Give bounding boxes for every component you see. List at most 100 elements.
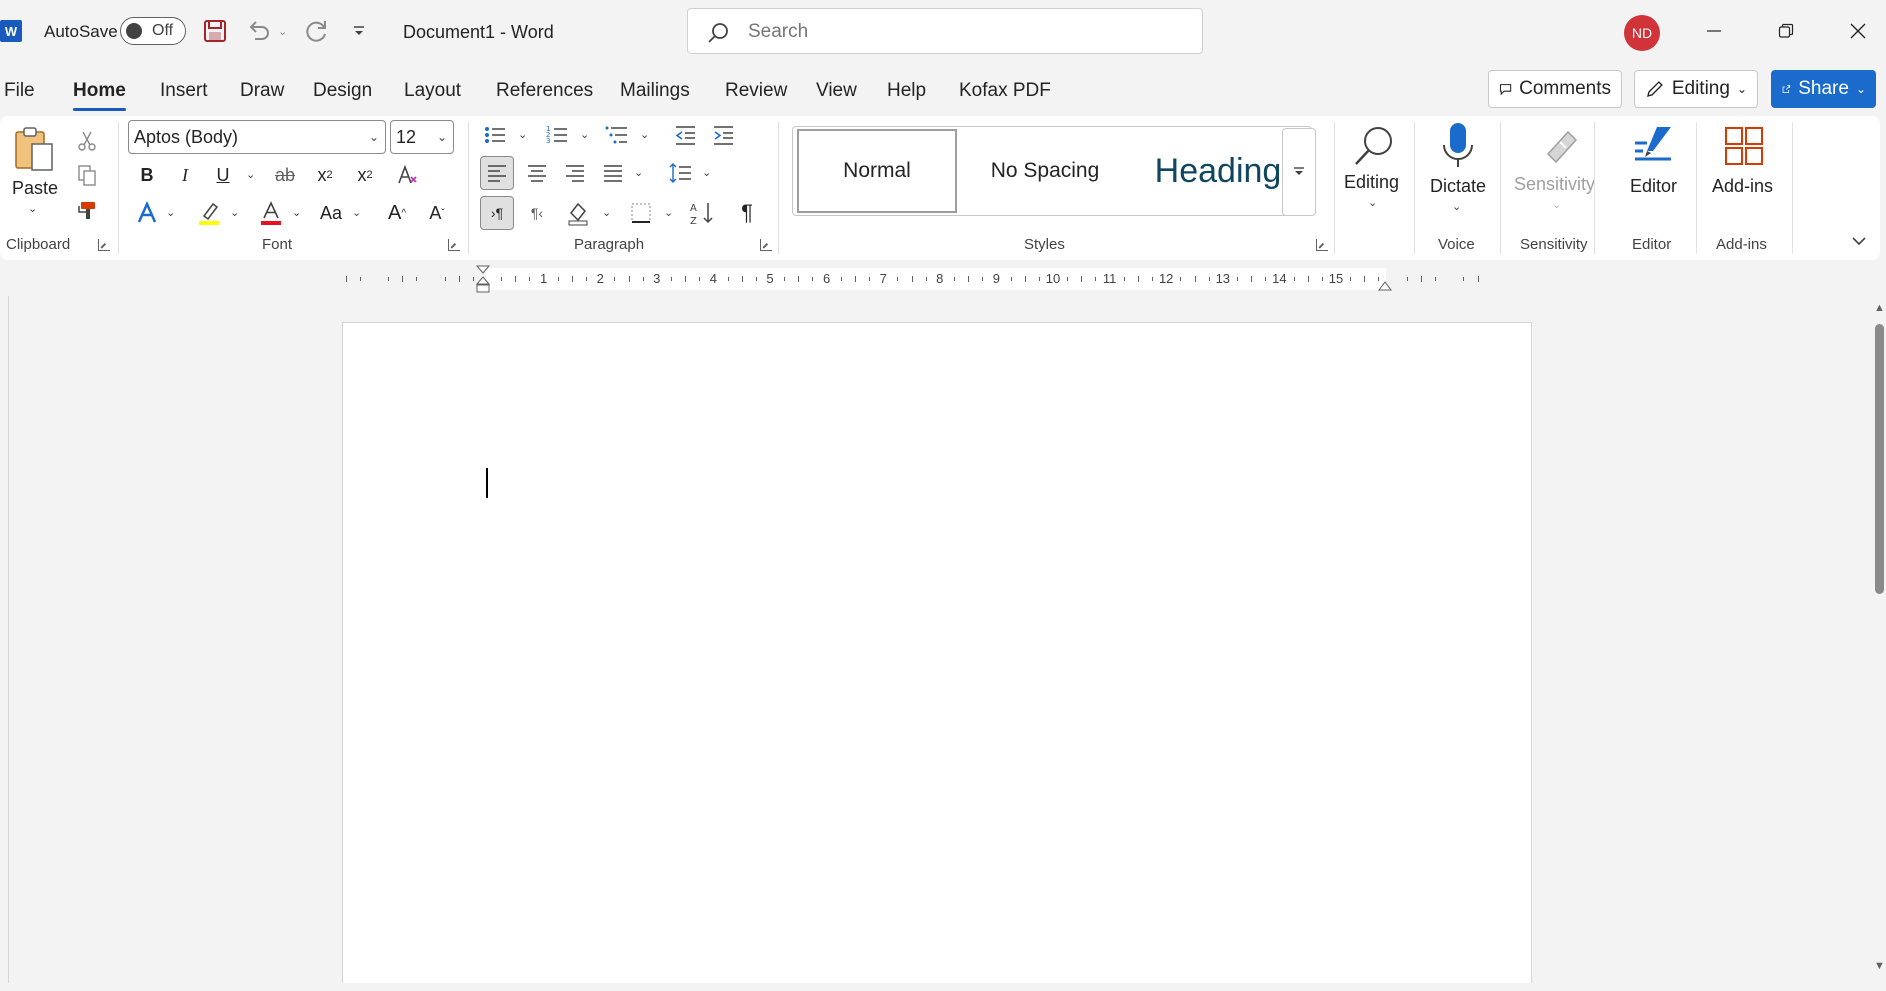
tab-references[interactable]: References bbox=[496, 80, 593, 102]
paste-label[interactable]: Paste bbox=[12, 178, 58, 199]
italic-icon[interactable]: I bbox=[170, 160, 200, 190]
add-ins-button-label[interactable]: Add-ins bbox=[1712, 176, 1773, 197]
tab-file[interactable]: File bbox=[4, 80, 35, 102]
ltr-direction-icon[interactable]: ›¶ bbox=[480, 196, 514, 230]
rtl-direction-icon[interactable]: ¶‹ bbox=[522, 198, 552, 228]
underline-icon[interactable]: U bbox=[208, 160, 238, 190]
format-painter-icon[interactable] bbox=[72, 196, 102, 226]
minimize-icon[interactable] bbox=[1678, 0, 1750, 62]
font-launcher-icon[interactable] bbox=[448, 239, 460, 251]
tab-insert[interactable]: Insert bbox=[160, 80, 208, 102]
paste-dropdown-icon[interactable]: ⌄ bbox=[28, 202, 37, 215]
editor-button-label[interactable]: Editor bbox=[1630, 176, 1677, 197]
restore-icon[interactable] bbox=[1750, 0, 1822, 62]
tab-help[interactable]: Help bbox=[887, 80, 926, 102]
show-formatting-marks-icon[interactable]: ¶ bbox=[732, 198, 762, 228]
bold-icon[interactable]: B bbox=[132, 160, 162, 190]
collapse-ribbon-icon[interactable] bbox=[1846, 228, 1872, 254]
underline-dropdown-icon[interactable]: ⌄ bbox=[246, 168, 255, 181]
scrollbar-thumb[interactable] bbox=[1875, 324, 1884, 594]
dictate-dropdown-icon[interactable]: ⌄ bbox=[1452, 200, 1461, 213]
style-heading[interactable]: Heading bbox=[1133, 129, 1303, 213]
autosave-toggle[interactable]: Off bbox=[120, 17, 186, 45]
text-effects-icon[interactable] bbox=[132, 198, 162, 228]
font-size-select[interactable]: 12 ⌄ bbox=[390, 120, 454, 154]
font-color-icon[interactable] bbox=[256, 198, 286, 228]
style-no-spacing[interactable]: No Spacing bbox=[961, 129, 1129, 213]
styles-more-button[interactable] bbox=[1282, 128, 1316, 216]
tab-design[interactable]: Design bbox=[313, 80, 372, 102]
editor-icon[interactable] bbox=[1630, 120, 1680, 172]
multilevel-list-icon[interactable] bbox=[602, 120, 632, 150]
tab-view[interactable]: View bbox=[816, 80, 857, 102]
indent-marker-icon[interactable] bbox=[475, 264, 491, 296]
shrink-font-icon[interactable]: Aˇ bbox=[422, 198, 452, 228]
style-normal[interactable]: Normal bbox=[797, 129, 957, 213]
numbering-dropdown-icon[interactable]: ⌄ bbox=[580, 128, 589, 141]
tab-mailings[interactable]: Mailings bbox=[620, 80, 690, 102]
borders-dropdown-icon[interactable]: ⌄ bbox=[664, 206, 673, 219]
borders-icon[interactable] bbox=[626, 198, 656, 228]
paragraph-launcher-icon[interactable] bbox=[760, 239, 772, 251]
save-icon[interactable] bbox=[200, 16, 230, 46]
add-ins-icon[interactable] bbox=[1720, 122, 1768, 170]
multilevel-dropdown-icon[interactable]: ⌄ bbox=[640, 128, 649, 141]
tab-home[interactable]: Home bbox=[73, 80, 126, 111]
styles-launcher-icon[interactable] bbox=[1316, 239, 1328, 251]
editing-mode-button[interactable]: Editing ⌄ bbox=[1634, 70, 1758, 108]
search-box[interactable] bbox=[687, 8, 1203, 54]
justify-icon[interactable] bbox=[598, 158, 628, 188]
shading-dropdown-icon[interactable]: ⌄ bbox=[602, 206, 611, 219]
increase-indent-icon[interactable] bbox=[708, 120, 738, 150]
scroll-down-icon[interactable]: ▼ bbox=[1874, 960, 1885, 972]
copy-icon[interactable] bbox=[72, 160, 102, 190]
shading-icon[interactable] bbox=[564, 198, 594, 228]
tab-kofax-pdf[interactable]: Kofax PDF bbox=[959, 80, 1051, 102]
superscript-icon[interactable]: x2 bbox=[350, 160, 380, 190]
cut-icon[interactable] bbox=[72, 126, 102, 156]
close-icon[interactable] bbox=[1822, 0, 1886, 62]
change-case-icon[interactable]: Aa bbox=[314, 198, 348, 228]
subscript-icon[interactable]: x2 bbox=[310, 160, 340, 190]
decrease-indent-icon[interactable] bbox=[670, 120, 700, 150]
line-spacing-dropdown-icon[interactable]: ⌄ bbox=[702, 166, 711, 179]
editing-dropdown-icon[interactable]: ⌄ bbox=[1368, 196, 1377, 209]
line-spacing-icon[interactable] bbox=[666, 158, 696, 188]
comments-button[interactable]: Comments bbox=[1488, 70, 1622, 108]
avatar[interactable]: ND bbox=[1624, 15, 1660, 51]
find-icon[interactable] bbox=[1346, 120, 1400, 172]
undo-dropdown-icon[interactable]: ⌄ bbox=[278, 25, 287, 38]
clipboard-launcher-icon[interactable] bbox=[98, 239, 110, 251]
tab-review[interactable]: Review bbox=[725, 80, 787, 102]
search-input[interactable] bbox=[748, 19, 1178, 45]
scroll-up-icon[interactable]: ▲ bbox=[1874, 302, 1885, 314]
bullets-dropdown-icon[interactable]: ⌄ bbox=[518, 128, 527, 141]
redo-icon[interactable] bbox=[302, 16, 332, 46]
font-name-select[interactable]: Aptos (Body) ⌄ bbox=[128, 120, 386, 154]
highlight-icon[interactable] bbox=[194, 198, 224, 228]
font-color-dropdown-icon[interactable]: ⌄ bbox=[292, 206, 301, 219]
text-effects-dropdown-icon[interactable]: ⌄ bbox=[166, 206, 175, 219]
paste-icon[interactable] bbox=[12, 124, 56, 172]
justify-dropdown-icon[interactable]: ⌄ bbox=[634, 166, 643, 179]
highlight-dropdown-icon[interactable]: ⌄ bbox=[230, 206, 239, 219]
grow-font-icon[interactable]: A ^ bbox=[382, 198, 412, 228]
align-center-icon[interactable] bbox=[522, 158, 552, 188]
align-left-icon[interactable] bbox=[480, 156, 514, 190]
horizontal-ruler[interactable]: 1 2 3 4 5 6 7 8 9 10 11 12 13 14 15 bbox=[343, 265, 1523, 293]
editing-group-button-label[interactable]: Editing bbox=[1344, 172, 1399, 193]
microphone-icon[interactable] bbox=[1430, 120, 1486, 176]
customize-quick-access-icon[interactable] bbox=[344, 16, 374, 46]
undo-icon[interactable] bbox=[244, 16, 274, 46]
strikethrough-icon[interactable]: ab bbox=[270, 160, 300, 190]
clear-formatting-icon[interactable] bbox=[392, 160, 422, 190]
document-page[interactable] bbox=[342, 322, 1532, 991]
align-right-icon[interactable] bbox=[560, 158, 590, 188]
bullets-icon[interactable] bbox=[480, 120, 510, 150]
share-button[interactable]: Share ⌄ bbox=[1771, 70, 1876, 108]
sort-icon[interactable]: AZ bbox=[688, 198, 718, 228]
numbering-icon[interactable]: 123 bbox=[542, 120, 572, 150]
tab-draw[interactable]: Draw bbox=[240, 80, 284, 102]
dictate-label[interactable]: Dictate bbox=[1430, 176, 1486, 197]
change-case-dropdown-icon[interactable]: ⌄ bbox=[352, 206, 361, 219]
